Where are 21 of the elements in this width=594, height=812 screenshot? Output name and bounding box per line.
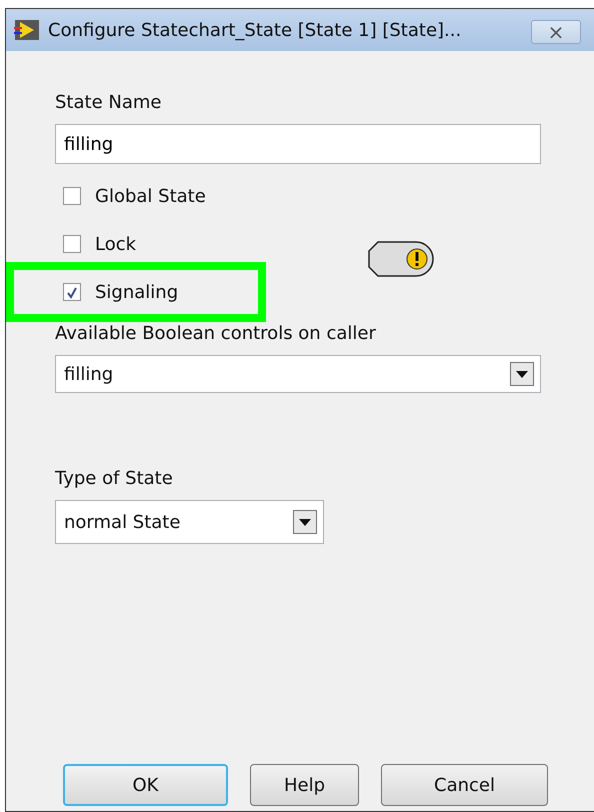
checkbox[interactable] bbox=[63, 235, 81, 253]
dialog-button[interactable]: Help bbox=[250, 764, 359, 806]
field-label: State Name bbox=[55, 91, 162, 115]
close-button[interactable]: × bbox=[531, 20, 581, 44]
dialog-button[interactable]: Cancel bbox=[381, 764, 548, 806]
state-name-field[interactable]: filling bbox=[55, 124, 541, 164]
dropdown-value: normal State bbox=[64, 510, 180, 534]
field-label: Type of State bbox=[55, 467, 173, 491]
dialog-button[interactable]: OK bbox=[63, 764, 228, 806]
boolean-controls-dropdown[interactable]: filling bbox=[55, 355, 541, 393]
app-icon bbox=[14, 19, 40, 41]
field-label: Available Boolean controls on caller bbox=[55, 322, 376, 346]
window-title: Configure Statechart_State [State 1] [State]... bbox=[48, 18, 462, 42]
dropdown-value: filling bbox=[64, 362, 114, 386]
checkbox-label: Lock bbox=[95, 232, 136, 256]
warning-indicator-icon bbox=[368, 241, 434, 277]
checkbox-label: Global State bbox=[95, 184, 206, 208]
state-type-dropdown[interactable]: normal State bbox=[55, 500, 324, 544]
checkbox-label: Signaling bbox=[95, 280, 178, 304]
checkbox[interactable] bbox=[63, 283, 81, 301]
checkbox[interactable] bbox=[63, 187, 81, 205]
